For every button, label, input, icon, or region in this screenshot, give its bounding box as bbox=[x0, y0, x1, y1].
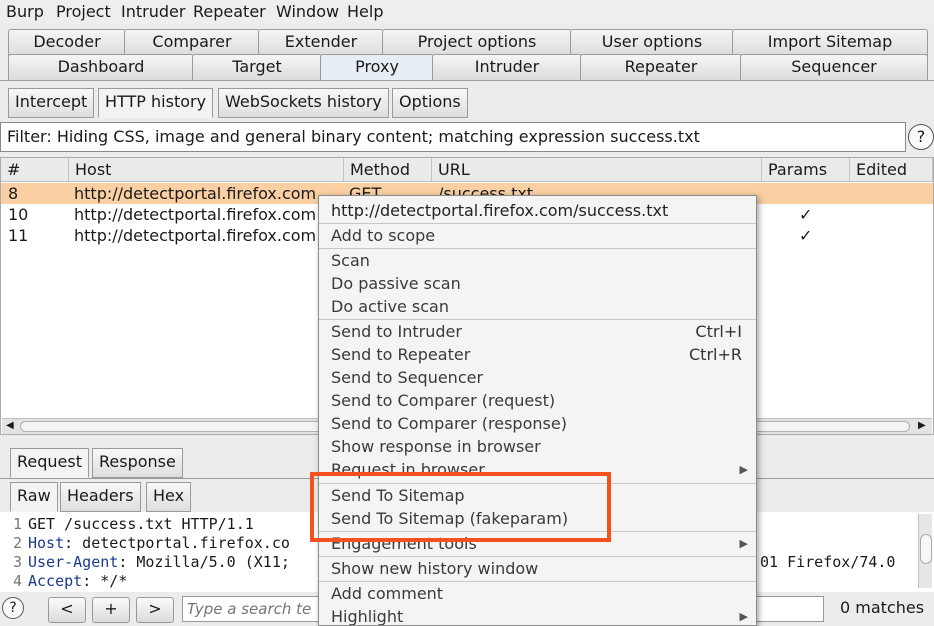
scroll-right-icon[interactable]: ▶ bbox=[918, 420, 926, 431]
column-header-edited[interactable]: Edited bbox=[850, 158, 933, 182]
cell-params-check: ✓ bbox=[799, 205, 813, 224]
line-number: 2 bbox=[12, 534, 22, 552]
menu-item-add-comment[interactable]: Add comment bbox=[319, 582, 756, 605]
submenu-arrow-icon: ▶ bbox=[739, 537, 748, 550]
tab-proxy[interactable]: Proxy bbox=[320, 54, 434, 81]
tab-hex[interactable]: Hex bbox=[146, 482, 192, 512]
subtab-options[interactable]: Options bbox=[392, 88, 468, 118]
scroll-left-icon[interactable]: ◀ bbox=[6, 420, 14, 431]
menu-item-url: http://detectportal.firefox.com/success.… bbox=[331, 201, 669, 220]
menu-item-scan[interactable]: Scan bbox=[319, 249, 756, 272]
line-number: 1 bbox=[12, 515, 22, 533]
tab-project-options[interactable]: Project options bbox=[382, 29, 572, 56]
menu-item-highlight[interactable]: Highlight ▶ bbox=[319, 605, 756, 626]
menu-item-active-scan[interactable]: Do active scan bbox=[319, 295, 756, 318]
line-number: 3 bbox=[12, 553, 22, 571]
tab-dashboard[interactable]: Dashboard bbox=[8, 54, 194, 81]
submenu-arrow-icon: ▶ bbox=[739, 610, 748, 623]
menu-burp[interactable]: Burp bbox=[6, 2, 44, 21]
tab-headers[interactable]: Headers bbox=[60, 482, 141, 512]
column-header-num[interactable]: # bbox=[1, 158, 69, 182]
header-value: : Mozilla/5.0 (X11; bbox=[118, 553, 290, 571]
tab-repeater[interactable]: Repeater bbox=[580, 54, 742, 81]
tab-response[interactable]: Response bbox=[92, 448, 183, 478]
header-value: : detectportal.firefox.co bbox=[64, 534, 290, 552]
header-value-tail: 01 Firefox/74.0 bbox=[760, 553, 896, 571]
menu-help[interactable]: Help bbox=[347, 2, 383, 21]
cell-num: 11 bbox=[8, 226, 29, 245]
editor-vertical-scrollbar[interactable] bbox=[918, 514, 932, 588]
cell-host: http://detectportal.firefox.com bbox=[74, 226, 317, 245]
cell-host: http://detectportal.firefox.com bbox=[74, 184, 317, 203]
filter-help-icon[interactable]: ? bbox=[908, 124, 934, 150]
tab-divider bbox=[0, 80, 934, 81]
cell-num: 8 bbox=[8, 184, 19, 203]
filter-bar[interactable]: Filter: Hiding CSS, image and general bi… bbox=[0, 122, 906, 152]
shortcut-label: Ctrl+I bbox=[695, 322, 742, 341]
tab-comparer[interactable]: Comparer bbox=[124, 29, 260, 56]
menu-item-send-to-comparer-response[interactable]: Send to Comparer (response) bbox=[319, 412, 756, 435]
highlight-annotation-box bbox=[310, 472, 611, 542]
tab-sequencer[interactable]: Sequencer bbox=[740, 54, 928, 81]
context-menu: http://detectportal.firefox.com/success.… bbox=[318, 195, 757, 626]
menu-bar: Burp Project Intruder Repeater Window He… bbox=[0, 0, 934, 24]
subtab-http-history[interactable]: HTTP history bbox=[98, 88, 214, 118]
next-match-button[interactable]: > bbox=[136, 597, 174, 623]
line-number: 4 bbox=[12, 572, 22, 590]
tab-user-options[interactable]: User options bbox=[570, 29, 734, 56]
menu-item-passive-scan[interactable]: Do passive scan bbox=[319, 272, 756, 295]
previous-match-button[interactable]: < bbox=[48, 597, 86, 623]
cell-num: 10 bbox=[8, 205, 29, 224]
cell-params-check: ✓ bbox=[799, 226, 813, 245]
menu-project[interactable]: Project bbox=[56, 2, 111, 21]
tab-intruder[interactable]: Intruder bbox=[432, 54, 582, 81]
menu-item-show-response-in-browser[interactable]: Show response in browser bbox=[319, 435, 756, 458]
tab-raw[interactable]: Raw bbox=[10, 482, 58, 512]
column-header-url[interactable]: URL bbox=[432, 158, 762, 182]
subtab-websockets-history[interactable]: WebSockets history bbox=[218, 88, 389, 118]
header-line: User-Agent: Mozilla/5.0 (X11; bbox=[28, 553, 290, 571]
header-key: Host bbox=[28, 534, 65, 552]
menu-intruder[interactable]: Intruder bbox=[121, 2, 185, 21]
menu-window[interactable]: Window bbox=[276, 2, 339, 21]
header-key: User-Agent bbox=[28, 553, 119, 571]
menu-repeater[interactable]: Repeater bbox=[193, 2, 266, 21]
submenu-arrow-icon: ▶ bbox=[739, 463, 748, 476]
tab-decoder[interactable]: Decoder bbox=[8, 29, 126, 56]
subtab-intercept[interactable]: Intercept bbox=[8, 88, 95, 118]
column-header-host[interactable]: Host bbox=[69, 158, 344, 182]
menu-item-send-to-sequencer[interactable]: Send to Sequencer bbox=[319, 366, 756, 389]
column-header-method[interactable]: Method bbox=[344, 158, 432, 182]
header-key: Accept bbox=[28, 572, 83, 590]
menu-item-label: Send to Intruder bbox=[331, 322, 462, 341]
tab-target[interactable]: Target bbox=[192, 54, 322, 81]
header-value: : */* bbox=[82, 572, 128, 590]
scrollbar-thumb[interactable] bbox=[920, 534, 932, 564]
tab-extender[interactable]: Extender bbox=[258, 29, 384, 56]
menu-item-send-to-comparer-request[interactable]: Send to Comparer (request) bbox=[319, 389, 756, 412]
match-count: 0 matches bbox=[840, 598, 925, 617]
menu-item-send-to-repeater[interactable]: Send to Repeater Ctrl+R bbox=[319, 343, 756, 366]
menu-item-label: Highlight bbox=[331, 607, 404, 626]
cell-host: http://detectportal.firefox.com bbox=[74, 205, 317, 224]
tab-import-sitemap[interactable]: Import Sitemap bbox=[732, 29, 928, 56]
header-line: Accept: */* bbox=[28, 572, 127, 590]
menu-item-label: Send to Repeater bbox=[331, 345, 471, 364]
header-line: Host: detectportal.firefox.co bbox=[28, 534, 290, 552]
menu-item-add-to-scope[interactable]: Add to scope bbox=[319, 224, 756, 247]
tab-request[interactable]: Request bbox=[10, 448, 89, 478]
add-term-button[interactable]: + bbox=[92, 597, 130, 623]
shortcut-label: Ctrl+R bbox=[689, 345, 742, 364]
request-line: GET /success.txt HTTP/1.1 bbox=[28, 515, 254, 533]
column-header-params[interactable]: Params bbox=[762, 158, 850, 182]
menu-item-send-to-intruder[interactable]: Send to Intruder Ctrl+I bbox=[319, 320, 756, 343]
search-help-icon[interactable]: ? bbox=[2, 597, 24, 619]
menu-item-show-new-history-window[interactable]: Show new history window bbox=[319, 557, 756, 580]
